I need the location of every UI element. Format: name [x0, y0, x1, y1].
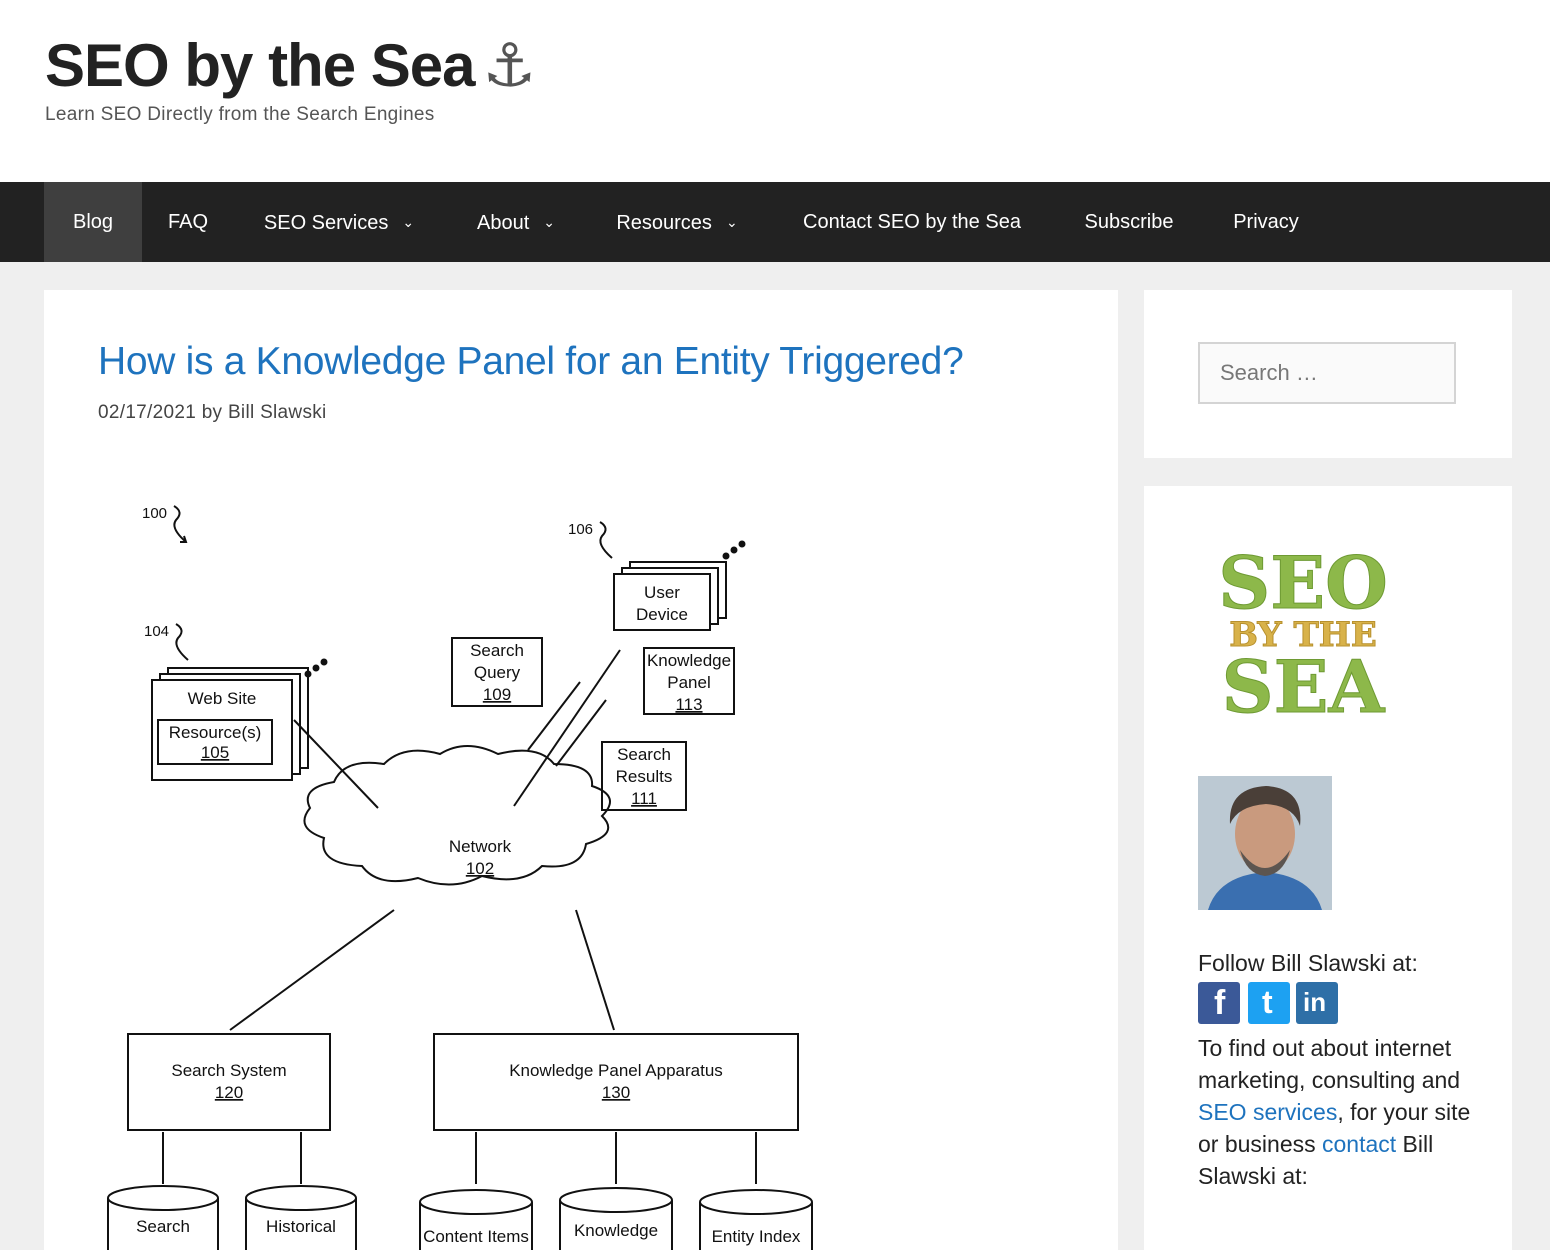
db-historical-top [245, 1185, 357, 1211]
nav-item-label: Blog [72, 211, 114, 233]
nav-item-subscribe[interactable]: Subscribe [1054, 182, 1204, 262]
twitter-icon[interactable]: t [1248, 982, 1290, 1024]
nav-item-label: Contact SEO by the Sea [803, 211, 1021, 233]
db-knowledge-top [559, 1187, 673, 1213]
network-kp-arrow [575, 909, 615, 1031]
db-historical-label: Historical [266, 1217, 336, 1236]
contact-link[interactable]: contact [1322, 1131, 1396, 1157]
post-author[interactable]: Bill Slawski [228, 402, 327, 423]
nav-item-contact[interactable]: Contact SEO by the Sea [770, 182, 1054, 262]
knowledge-panel-label-2: Panel [667, 673, 710, 692]
search-input[interactable] [1198, 342, 1456, 404]
search-system-box [127, 1033, 331, 1131]
follow-text: Follow Bill Slawski at: [1198, 950, 1418, 976]
user-device-label-1: User [644, 583, 680, 602]
search-query-label-2: Query [474, 663, 521, 682]
db-entity-index-top [699, 1189, 813, 1215]
search-results-num: 111 [631, 789, 657, 808]
knowledge-panel-label-1: Knowledge [647, 651, 731, 670]
query-arrow [527, 681, 581, 751]
logo-line-1: SEO [1218, 540, 1388, 625]
ref-104-arrow [175, 623, 189, 661]
device-network-arrow [513, 649, 621, 807]
nav-item-resources[interactable]: Resources ⌄ [586, 182, 768, 262]
author-photo [1198, 776, 1332, 910]
facebook-glyph: f [1214, 984, 1226, 1022]
post-title[interactable]: How is a Knowledge Panel for an Entity T… [98, 340, 964, 384]
blurb-text-1: To find out about internet marketing, co… [1198, 1035, 1461, 1093]
nav-item-faq[interactable]: FAQ [142, 182, 234, 262]
dot [304, 670, 312, 678]
twitter-glyph: t [1262, 984, 1273, 1020]
contact-blurb: To find out about internet marketing, co… [1198, 1032, 1478, 1192]
linkedin-glyph: in [1303, 987, 1327, 1017]
patent-diagram: 100 104 106 Web Site Resource(s) 105 Sea… [107, 505, 813, 1250]
main-navigation: Blog FAQ SEO Services ⌄ About ⌄ Resources ⌄… [0, 182, 1550, 262]
nav-item-about[interactable]: About ⌄ [446, 182, 586, 262]
db-knowledge-label: Knowledge [574, 1221, 658, 1240]
db-entity-index-label: Entity Index [712, 1227, 801, 1246]
network-cloud [303, 745, 611, 886]
resources-label: Resource(s) [169, 723, 262, 742]
user-device-label-2: Device [636, 605, 688, 624]
site-title[interactable]: SEO by the Sea ⚓ [45, 28, 537, 104]
logo-line-3: SEA [1222, 644, 1386, 729]
search-query-label-1: Search [470, 641, 524, 660]
chevron-down-icon: ⌄ [402, 214, 415, 230]
nav-item-label: FAQ [167, 211, 208, 233]
db-content-items-label: Content Items [423, 1227, 529, 1246]
web-site-label: Web Site [188, 689, 257, 708]
dot [722, 552, 730, 560]
search-query-num: 109 [483, 685, 511, 704]
post-by: by [201, 402, 223, 423]
seo-by-the-sea-logo[interactable]: SEO BY THE SEA [1198, 536, 1398, 736]
network-search-arrow [229, 909, 395, 1031]
db-search-index-label: Search [136, 1217, 190, 1236]
facebook-icon[interactable]: f [1198, 982, 1240, 1024]
chevron-down-icon: ⌄ [725, 214, 738, 230]
resources-num: 105 [201, 743, 229, 762]
nav-item-label: SEO Services [263, 212, 389, 234]
kp-apparatus-label: Knowledge Panel Apparatus [509, 1061, 723, 1080]
ref-106: 106 [568, 521, 593, 538]
nav-item-seo-services[interactable]: SEO Services ⌄ [234, 182, 444, 262]
website-network-arrow [293, 719, 379, 809]
search-system-label: Search System [171, 1061, 286, 1080]
nav-item-blog[interactable]: Blog [44, 182, 142, 262]
kp-apparatus-num: 130 [602, 1083, 630, 1102]
nav-item-privacy[interactable]: Privacy [1204, 182, 1328, 262]
anchor-icon: ⚓ [482, 32, 537, 99]
dot [730, 546, 738, 554]
nav-item-label: About [477, 212, 530, 234]
seo-services-link[interactable]: SEO services [1198, 1099, 1337, 1125]
nav-item-label: Privacy [1233, 211, 1299, 233]
dot [738, 540, 746, 548]
chevron-down-icon: ⌄ [543, 214, 555, 230]
site-title-text[interactable]: SEO by the Sea [45, 32, 475, 99]
search-results-label-1: Search [617, 745, 671, 764]
search-results-label-2: Results [616, 767, 673, 786]
nav-item-label: Subscribe [1084, 211, 1174, 233]
sidebar-about-widget: SEO BY THE SEA Follow Bill Slawski at: f… [1144, 486, 1512, 1250]
dot [320, 658, 328, 666]
network-num: 102 [466, 859, 494, 878]
article: How is a Knowledge Panel for an Entity T… [44, 290, 1118, 1250]
db-search-index-top [107, 1185, 219, 1211]
network-label: Network [449, 837, 512, 856]
dot [312, 664, 320, 672]
site-header: SEO by the Sea ⚓ Learn SEO Directly from … [0, 0, 1550, 182]
sidebar-search-widget [1144, 290, 1512, 458]
post-date[interactable]: 02/17/2021 [98, 402, 196, 423]
ref-100: 100 [142, 505, 167, 522]
post-meta: 02/17/2021 by Bill Slawski [98, 402, 327, 424]
nav-item-label: Resources [616, 212, 712, 234]
kp-apparatus-box [433, 1033, 799, 1131]
ref-104: 104 [144, 623, 169, 640]
knowledge-panel-num: 113 [675, 695, 702, 714]
linkedin-icon[interactable]: in [1296, 982, 1338, 1024]
ref-106-arrow [599, 521, 613, 559]
search-system-num: 120 [215, 1083, 243, 1102]
site-tagline: Learn SEO Directly from the Search Engin… [45, 104, 435, 125]
db-content-items-top [419, 1189, 533, 1215]
